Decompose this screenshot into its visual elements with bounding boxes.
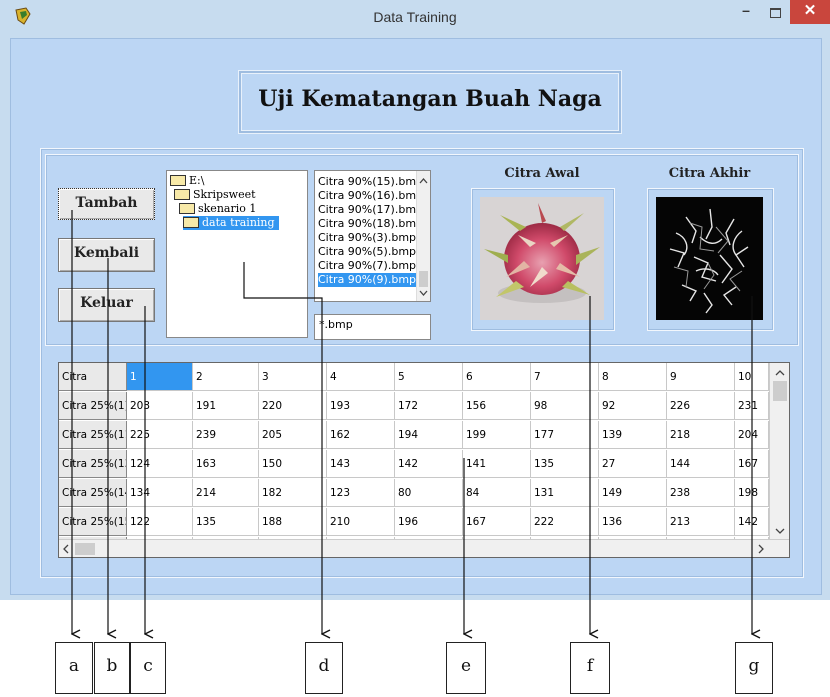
annotation-label-e: e: [446, 642, 486, 694]
annotation-arrow-d: [243, 262, 322, 634]
annotation-lines: [0, 210, 830, 697]
annotation-label-f: f: [570, 642, 610, 694]
annotation-label-b: b: [94, 642, 130, 694]
annotation-label-d: d: [305, 642, 343, 694]
annotation-label-g: g: [735, 642, 773, 694]
annotation-label-a: a: [55, 642, 93, 694]
annotation-label-c: c: [130, 642, 166, 694]
